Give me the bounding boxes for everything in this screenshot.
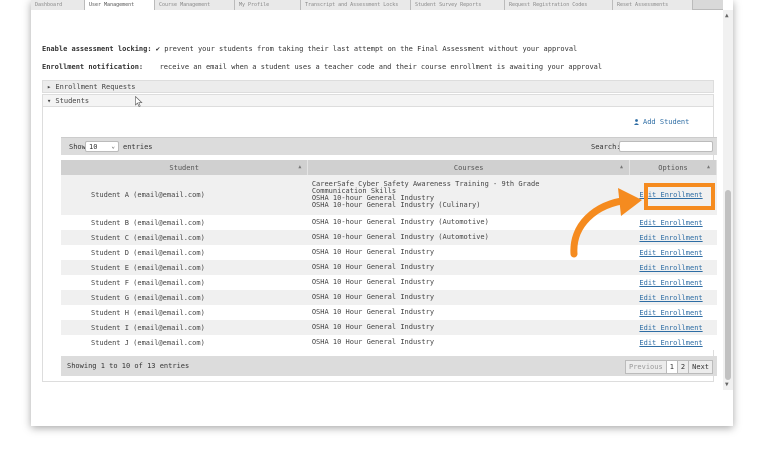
tab-user-management[interactable]: User Management xyxy=(85,0,155,10)
table-row: Student G (email@email.com) OSHA 10 Hour … xyxy=(61,290,717,305)
tab-bar: Dashboard User Management Course Managem… xyxy=(31,0,723,10)
courses-cell: OSHA 10 Hour General Industry xyxy=(311,278,435,286)
enrollment-notification-text: receive an email when a student uses a t… xyxy=(159,63,603,71)
entries-info: Showing 1 to 10 of 13 entries xyxy=(67,362,190,370)
options-cell: Edit Enrollment xyxy=(630,320,717,335)
student-cell: Student F (email@email.com) xyxy=(91,278,205,287)
student-cell: Student H (email@email.com) xyxy=(91,308,205,317)
header-student[interactable]: Student ▲ xyxy=(61,160,309,175)
vertical-scrollbar[interactable]: ▲ ▼ xyxy=(723,10,733,390)
assessment-locking-setting: Enable assessment locking: ✔ prevent you… xyxy=(42,45,577,53)
student-cell: Student A (email@email.com) xyxy=(91,191,205,199)
search-input[interactable] xyxy=(619,141,713,152)
pointer-arrow-icon xyxy=(570,188,642,258)
tab-my-profile[interactable]: My Profile xyxy=(235,0,301,10)
student-cell: Student I (email@email.com) xyxy=(91,323,205,332)
enrollment-notification-label: Enrollment notification: xyxy=(42,63,144,71)
scroll-up-icon[interactable]: ▲ xyxy=(725,12,729,19)
chevron-down-icon: ⌄ xyxy=(111,143,115,150)
courses-cell: OSHA 10 Hour General Industry xyxy=(311,323,435,331)
sort-up-icon: ▲ xyxy=(298,164,302,170)
add-student-button[interactable]: Add Student xyxy=(634,118,689,126)
tab-registration-codes[interactable]: Request Registration Codes xyxy=(505,0,613,10)
tab-course-management[interactable]: Course Management xyxy=(155,0,235,10)
assessment-locking-text: prevent your students from taking their … xyxy=(164,45,578,53)
edit-enrollment-link[interactable]: Edit Enrollment xyxy=(639,264,702,272)
table-row: Student J (email@email.com) OSHA 10 Hour … xyxy=(61,335,717,350)
assessment-locking-label: Enable assessment locking: xyxy=(42,45,152,53)
courses-cell: OSHA 10 Hour General Industry xyxy=(311,338,435,346)
table-toolbar: Show 10 ⌄ entries Search: xyxy=(61,137,717,155)
enrollment-requests-section[interactable]: ▸ Enrollment Requests xyxy=(42,80,714,93)
tab-reset-assessments[interactable]: Reset Assessments xyxy=(613,0,693,10)
edit-enrollment-link[interactable]: Edit Enrollment xyxy=(639,294,702,302)
tab-transcript-locks[interactable]: Transcript and Assessment Locks xyxy=(301,0,411,10)
highlight-box xyxy=(644,183,715,210)
student-cell: Student C (email@email.com) xyxy=(91,233,205,242)
person-add-icon xyxy=(634,119,639,125)
header-options[interactable]: Options ▲ xyxy=(629,160,717,175)
search-label: Search: xyxy=(591,143,621,151)
edit-enrollment-link[interactable]: Edit Enrollment xyxy=(639,279,702,287)
courses-cell: OSHA 10 Hour General Industry xyxy=(311,263,435,271)
entries-select-value: 10 xyxy=(89,143,98,151)
options-cell: Edit Enrollment xyxy=(630,335,717,350)
courses-cell: OSHA 10 Hour General Industry xyxy=(311,293,435,301)
table-row: Student F (email@email.com) OSHA 10 Hour … xyxy=(61,275,717,290)
edit-enrollment-link[interactable]: Edit Enrollment xyxy=(639,339,702,347)
app-window: Dashboard User Management Course Managem… xyxy=(31,0,733,426)
add-student-label: Add Student xyxy=(643,118,690,126)
student-cell: Student J (email@email.com) xyxy=(91,338,205,347)
sort-up-icon: ▲ xyxy=(706,164,710,170)
table-row: Student I (email@email.com) OSHA 10 Hour … xyxy=(61,320,717,335)
pagination: Previous 1 2 Next xyxy=(624,360,713,374)
student-cell: Student D (email@email.com) xyxy=(91,248,205,257)
edit-enrollment-link[interactable]: Edit Enrollment xyxy=(639,324,702,332)
student-cell: Student B (email@email.com) xyxy=(91,218,205,227)
edit-enrollment-link[interactable]: Edit Enrollment xyxy=(639,219,702,227)
student-cell: Student G (email@email.com) xyxy=(91,293,205,302)
edit-enrollment-link[interactable]: Edit Enrollment xyxy=(639,309,702,317)
student-cell: Student E (email@email.com) xyxy=(91,263,205,272)
options-cell: Edit Enrollment xyxy=(630,275,717,290)
enrollment-notification-setting: Enrollment notification: receive an emai… xyxy=(42,63,602,71)
entries-select[interactable]: 10 ⌄ xyxy=(85,141,119,152)
courses-cell: OSHA 10 Hour General Industry xyxy=(311,308,435,316)
previous-page-button[interactable]: Previous xyxy=(624,360,667,374)
show-label: Show xyxy=(69,143,86,151)
sort-up-icon: ▲ xyxy=(620,164,624,170)
entries-label: entries xyxy=(123,143,153,151)
next-page-button[interactable]: Next xyxy=(688,360,713,374)
table-footer: Showing 1 to 10 of 13 entries Previous 1… xyxy=(61,356,717,376)
tab-dashboard[interactable]: Dashboard xyxy=(31,0,85,10)
edit-enrollment-link[interactable]: Edit Enrollment xyxy=(639,249,702,257)
options-cell: Edit Enrollment xyxy=(630,305,717,320)
checkmark-icon[interactable]: ✔ xyxy=(156,45,160,53)
mouse-cursor-icon xyxy=(135,96,143,107)
table-header-row: Student ▲ Courses ▲ Options ▲ xyxy=(61,160,717,175)
options-cell: Edit Enrollment xyxy=(630,260,717,275)
header-courses[interactable]: Courses ▲ xyxy=(307,160,631,175)
table-row: Student H (email@email.com) OSHA 10 Hour … xyxy=(61,305,717,320)
table-row: Student E (email@email.com) OSHA 10 Hour … xyxy=(61,260,717,275)
edit-enrollment-link[interactable]: Edit Enrollment xyxy=(639,234,702,242)
scroll-thumb[interactable] xyxy=(725,190,731,380)
scroll-down-icon[interactable]: ▼ xyxy=(725,381,729,388)
options-cell: Edit Enrollment xyxy=(630,290,717,305)
tab-survey-reports[interactable]: Student Survey Reports xyxy=(411,0,505,10)
